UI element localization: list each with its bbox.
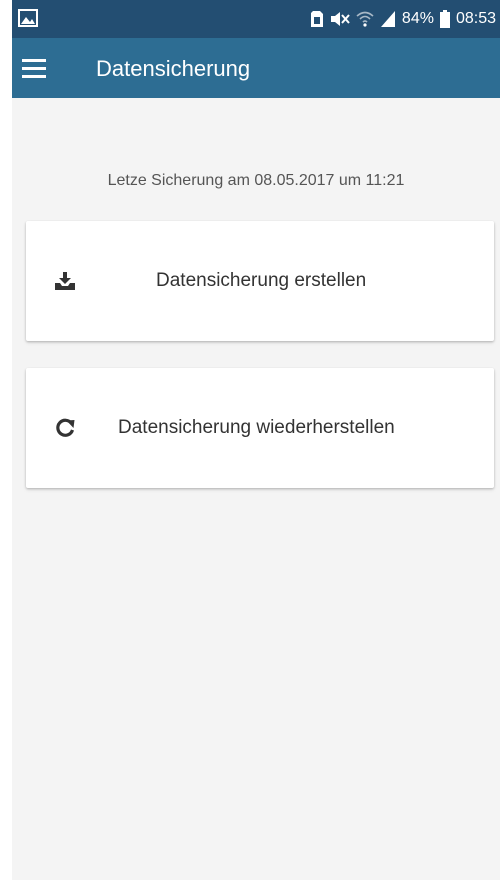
wifi-icon [356, 10, 374, 28]
sim-icon [310, 10, 324, 28]
signal-icon [380, 10, 396, 28]
battery-percent: 84% [401, 10, 434, 27]
screen: 84% 08:53 Datensicherung Letze Sicherung… [12, 0, 500, 880]
download-tray-icon [54, 270, 76, 292]
hamburger-menu-icon[interactable] [20, 54, 48, 82]
battery-icon [439, 10, 450, 28]
status-bar: 84% 08:53 [12, 0, 500, 38]
clock: 08:53 [455, 10, 496, 27]
restore-backup-label: Datensicherung wiederherstellen [118, 417, 395, 438]
last-backup-info: Letze Sicherung am 08.05.2017 um 11:21 [107, 172, 405, 189]
create-backup-label: Datensicherung erstellen [156, 270, 367, 291]
page-title: Datensicherung [96, 56, 251, 81]
app-bar: Datensicherung [12, 38, 500, 98]
status-indicators: 84% 08:53 [310, 10, 496, 28]
create-backup-button[interactable]: Datensicherung erstellen [26, 221, 494, 341]
image-icon [18, 9, 38, 27]
restore-backup-button[interactable]: Datensicherung wiederherstellen [26, 368, 494, 488]
mute-icon [330, 10, 350, 28]
refresh-icon [54, 417, 76, 439]
